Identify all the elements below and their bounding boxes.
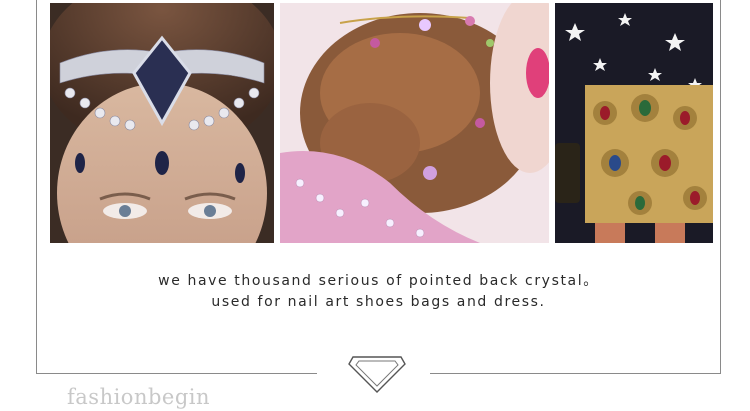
- product-photo-headpiece: [50, 3, 274, 243]
- hair-jewelry-image: [280, 3, 549, 243]
- watermark-text: fashionbegin: [67, 385, 211, 409]
- caption-line-1: we have thousand serious of pointed back…: [158, 273, 599, 289]
- frame-bottom-line-left: [36, 373, 317, 374]
- product-photo-jeweled-skirt: [555, 3, 713, 243]
- frame-bottom-line-right: [430, 373, 721, 374]
- headpiece-image: [50, 3, 274, 243]
- caption-line-2: used for nail art shoes bags and dress.: [211, 294, 546, 310]
- diamond-icon: [348, 356, 406, 393]
- jeweled-skirt-image: [555, 3, 713, 243]
- product-photo-hair-jewelry: [280, 3, 549, 243]
